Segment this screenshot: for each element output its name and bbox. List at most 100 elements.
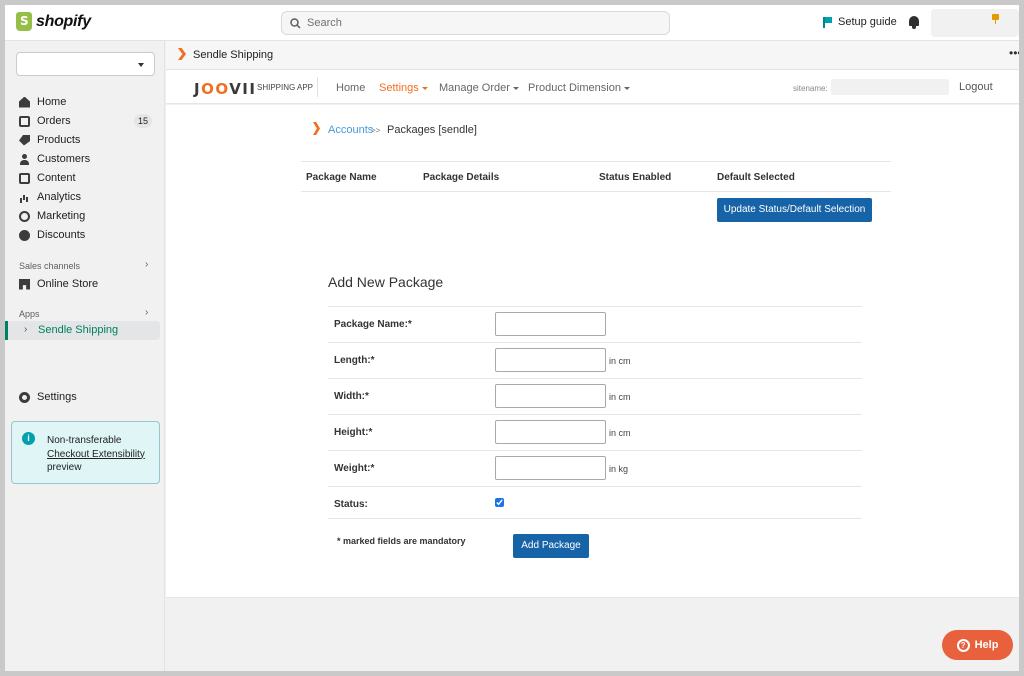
- nav-divider: [317, 77, 318, 97]
- help-button[interactable]: ? Help: [942, 630, 1013, 660]
- sitename-value: [831, 79, 949, 95]
- shipping-app-label: SHIPPING APP: [257, 83, 314, 92]
- sidebar-item-orders[interactable]: Orders: [19, 112, 71, 130]
- sidebar-item-sendle-shipping[interactable]: › Sendle Shipping: [5, 321, 160, 340]
- setup-guide-button[interactable]: Setup guide: [823, 16, 897, 28]
- question-icon: ?: [956, 638, 970, 652]
- width-input[interactable]: [495, 384, 606, 408]
- nav-label: Manage Order: [439, 82, 510, 94]
- nav-label: Settings: [379, 82, 419, 94]
- sidebar-item-settings[interactable]: Settings: [19, 388, 77, 406]
- sidebar-item-products[interactable]: Products: [19, 131, 80, 149]
- column-header: Status Enabled: [599, 172, 672, 183]
- brand-oo: OO: [201, 80, 230, 98]
- form-row-height: Height:* in cm: [328, 415, 862, 451]
- add-package-button[interactable]: Add Package: [513, 534, 589, 558]
- caret-down-icon: [623, 86, 630, 90]
- sidebar-item-customers[interactable]: Customers: [19, 150, 90, 168]
- sidebar-item-analytics[interactable]: Analytics: [19, 188, 81, 206]
- column-header: Package Name: [306, 172, 377, 183]
- flag-icon: [823, 16, 833, 28]
- weight-input[interactable]: [495, 456, 606, 480]
- shopify-bag-icon: [16, 12, 32, 31]
- sidebar-item-home[interactable]: Home: [19, 93, 66, 111]
- more-options-icon[interactable]: •••: [1009, 46, 1019, 60]
- tag-icon: [19, 134, 30, 146]
- chevron-right-icon[interactable]: ›: [145, 259, 148, 270]
- add-package-title: Add New Package: [328, 274, 444, 290]
- mandatory-note: * marked fields are mandatory: [337, 536, 466, 546]
- joovii-logo[interactable]: JOOVII: [194, 80, 256, 98]
- add-package-form: Package Name:* Length:* in cm Width:* in…: [328, 306, 862, 519]
- pin-icon[interactable]: [992, 14, 999, 24]
- app-window: shopify Setup guide Home Orders: [5, 5, 1019, 671]
- nav-product-dimension[interactable]: Product Dimension: [528, 82, 630, 94]
- nav-manage-order[interactable]: Manage Order: [439, 82, 519, 94]
- sidebar-item-label: Analytics: [37, 191, 82, 203]
- update-status-button[interactable]: Update Status/Default Selection: [717, 198, 872, 222]
- package-name-input[interactable]: [495, 312, 606, 336]
- breadcrumb-accounts-link[interactable]: Accounts: [328, 124, 373, 136]
- search-bar[interactable]: [281, 11, 670, 35]
- checkout-extensibility-link[interactable]: Checkout Extensibility: [47, 448, 157, 462]
- breadcrumb-separator: >>: [371, 126, 381, 135]
- logout-link[interactable]: Logout: [959, 81, 993, 93]
- sidebar-item-label: Content: [37, 172, 76, 184]
- length-input[interactable]: [495, 348, 606, 372]
- gear-icon: [19, 391, 30, 403]
- store-selector[interactable]: [16, 52, 155, 76]
- nav-home[interactable]: Home: [336, 82, 365, 94]
- main-content: Accounts >> Packages [sendle] Package Na…: [166, 105, 1019, 598]
- brand-suffix: VII: [229, 80, 257, 98]
- shopify-logo[interactable]: shopify: [16, 12, 91, 31]
- sidebar-item-label: Marketing: [37, 210, 86, 222]
- sidebar-item-label: Sendle Shipping: [38, 324, 119, 336]
- home-icon: [19, 96, 30, 108]
- apps-heading: Apps: [19, 309, 40, 319]
- sidebar-item-label: Customers: [37, 153, 91, 165]
- chevron-right-icon[interactable]: ›: [145, 307, 148, 318]
- active-indicator: [5, 321, 8, 340]
- notifications-bell-icon[interactable]: [908, 15, 920, 29]
- marketing-icon: [19, 210, 30, 222]
- breadcrumb-current: Packages [sendle]: [387, 124, 477, 136]
- top-bar: shopify Setup guide: [5, 5, 1019, 41]
- column-header: Package Details: [423, 172, 500, 183]
- form-row-package-name: Package Name:*: [328, 307, 862, 343]
- caret-down-icon: [421, 86, 428, 90]
- sendle-app-icon: [178, 48, 186, 60]
- sidebar-item-marketing[interactable]: Marketing: [19, 207, 85, 225]
- chevron-down-icon: [138, 63, 144, 67]
- sitename-label: sitename:: [793, 84, 828, 93]
- nav-settings[interactable]: Settings: [379, 82, 428, 94]
- unit-label: in cm: [609, 428, 631, 438]
- app-title-bar: Sendle Shipping: [166, 41, 1019, 70]
- status-checkbox[interactable]: [495, 498, 504, 507]
- search-input[interactable]: [307, 17, 647, 29]
- unit-label: in cm: [609, 392, 631, 402]
- field-label: Width:*: [334, 391, 369, 402]
- app-title: Sendle Shipping: [193, 49, 274, 61]
- search-icon: [290, 17, 301, 29]
- table-header-row: Package Name Package Details Status Enab…: [301, 161, 891, 192]
- joovii-navbar: JOOVII SHIPPING APP Home Settings Manage…: [166, 70, 1019, 104]
- person-icon: [19, 153, 30, 165]
- caret-down-icon: [512, 86, 519, 90]
- form-row-weight: Weight:* in kg: [328, 451, 862, 487]
- column-header: Default Selected: [717, 172, 795, 183]
- discount-icon: [19, 229, 30, 241]
- field-label: Package Name:*: [334, 319, 412, 330]
- sidebar-item-discounts[interactable]: Discounts: [19, 226, 85, 244]
- info-icon: i: [22, 432, 35, 445]
- sidebar-item-label: Online Store: [37, 278, 99, 290]
- account-menu[interactable]: [931, 9, 1019, 37]
- form-row-width: Width:* in cm: [328, 379, 862, 415]
- sidebar-item-content[interactable]: Content: [19, 169, 76, 187]
- sidebar-item-online-store[interactable]: Online Store: [19, 275, 98, 293]
- banner-line: preview: [47, 462, 82, 473]
- height-input[interactable]: [495, 420, 606, 444]
- logo-text: shopify: [36, 12, 91, 30]
- orders-count-badge: 15: [134, 114, 153, 128]
- form-row-length: Length:* in cm: [328, 343, 862, 379]
- nav-label: Product Dimension: [528, 82, 621, 94]
